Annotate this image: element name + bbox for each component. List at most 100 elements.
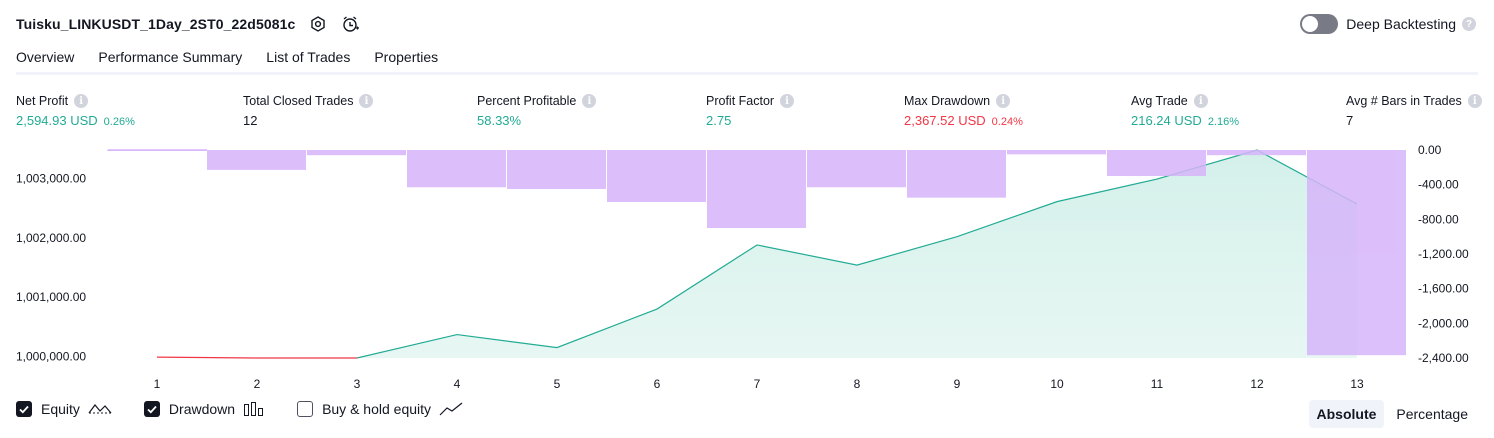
- strategy-header: Tuisku_LINKUSDT_1Day_2ST0_22d5081c: [16, 10, 360, 38]
- deep-backtesting-toggle[interactable]: [1300, 14, 1339, 34]
- equity-line-negative: [156, 356, 357, 359]
- drawdown-bar: [1107, 150, 1206, 176]
- metric-percent-profitable: Percent Profitable i 58.33%: [477, 94, 597, 128]
- metric-max-drawdown: Max Drawdown i 2,367.52 USD 0.24%: [904, 94, 1023, 128]
- drawdown-bar: [707, 150, 806, 228]
- metric-label: Max Drawdown: [904, 94, 991, 108]
- left-axis-tick-label: 1,001,000.00: [16, 290, 86, 304]
- equity-checkbox[interactable]: [16, 401, 32, 417]
- info-icon[interactable]: i: [1193, 94, 1208, 108]
- metric-profit-factor: Profit Factor i 2.75: [706, 94, 795, 128]
- value-mode-switch: Absolute Percentage: [1305, 400, 1477, 428]
- x-axis-tick-label: 2: [254, 377, 261, 391]
- legend-label: Equity: [41, 401, 80, 417]
- x-axis-tick-label: 7: [754, 377, 761, 391]
- right-axis-tick-label: -1,600.00: [1418, 282, 1469, 296]
- metric-total-closed-trades: Total Closed Trades i 12: [243, 94, 374, 128]
- drawdown-bar: [607, 150, 706, 202]
- tabs-divider: [16, 72, 1478, 75]
- left-axis-tick-label: 1,002,000.00: [16, 231, 86, 245]
- equity-drawdown-chart[interactable]: 1,000,000.00 1,001,000.00 1,002,000.00 1,00…: [0, 138, 1494, 396]
- drawdown-bar: [1007, 150, 1106, 155]
- legend-label: Drawdown: [168, 401, 236, 417]
- left-axis-tick-label: 1,003,000.00: [16, 171, 86, 185]
- strategy-title: Tuisku_LINKUSDT_1Day_2ST0_22d5081c: [16, 16, 296, 32]
- metric-percent: 2.16%: [1207, 116, 1240, 128]
- x-axis-tick-label: 1: [154, 377, 161, 391]
- metric-value: 216.24 USD: [1131, 113, 1202, 128]
- metric-value: 2,594.93 USD: [16, 113, 98, 128]
- x-axis-tick-label: 9: [954, 377, 961, 391]
- legend-buy-hold-equity[interactable]: Buy & hold equity: [297, 401, 463, 417]
- drawdown-bar: [507, 150, 606, 189]
- right-axis-tick-label: -800.00: [1418, 212, 1459, 226]
- deep-backtesting-control: Deep Backtesting ?: [1300, 14, 1476, 34]
- x-axis-tick-label: 5: [554, 377, 561, 391]
- x-axis-tick-label: 8: [854, 377, 861, 391]
- metric-value: 2.75: [706, 113, 732, 128]
- x-axis-tick-label: 12: [1250, 377, 1264, 391]
- drawdown-bar: [907, 150, 1006, 198]
- equity-line-icon: [88, 401, 112, 417]
- metric-net-profit: Net Profit i 2,594.93 USD 0.26%: [16, 94, 135, 128]
- metric-value: 7: [1346, 113, 1354, 128]
- drawdown-checkbox[interactable]: [143, 401, 160, 417]
- metric-value: 58.33%: [477, 113, 522, 128]
- alert-clock-icon[interactable]: [341, 15, 360, 33]
- chart-legend: Equity Drawdown Buy & hold equity: [16, 401, 495, 417]
- metric-label: Total Closed Trades: [243, 94, 354, 108]
- buy-hold-checkbox[interactable]: [297, 401, 314, 417]
- drawdown-bar: [207, 150, 306, 170]
- metric-avg-bars-in-trades: Avg # Bars in Trades i 7: [1346, 94, 1482, 128]
- metric-percent: 0.24%: [991, 116, 1023, 128]
- right-axis-tick-label: -400.00: [1418, 178, 1459, 192]
- metric-percent: 0.26%: [103, 116, 135, 128]
- drawdown-bar: [407, 150, 506, 188]
- right-axis-tick-label: -1,200.00: [1418, 247, 1469, 261]
- info-icon[interactable]: i: [996, 94, 1011, 108]
- report-tabs: Overview Performance Summary List of Tra…: [16, 44, 462, 75]
- info-icon[interactable]: i: [780, 94, 795, 108]
- tab-overview[interactable]: Overview: [16, 44, 75, 75]
- percentage-button[interactable]: Percentage: [1388, 400, 1476, 428]
- info-icon[interactable]: i: [74, 94, 89, 108]
- drawdown-bar: [807, 150, 906, 188]
- tab-properties[interactable]: Properties: [374, 44, 438, 75]
- drawdown-bar: [1207, 150, 1306, 156]
- metric-label: Net Profit: [16, 94, 69, 108]
- metric-avg-trade: Avg Trade i 216.24 USD 2.16%: [1131, 94, 1239, 128]
- metric-label: Percent Profitable: [477, 94, 577, 108]
- metric-value: 2,367.52 USD: [904, 113, 986, 128]
- x-axis-tick-label: 4: [454, 377, 461, 391]
- info-icon[interactable]: i: [582, 94, 597, 108]
- legend-equity[interactable]: Equity: [16, 401, 112, 417]
- toggle-knob: [1302, 16, 1319, 32]
- help-icon[interactable]: ?: [1462, 17, 1476, 31]
- info-icon[interactable]: i: [359, 94, 374, 108]
- settings-icon[interactable]: [309, 15, 327, 33]
- left-axis-tick-label: 1,000,000.00: [16, 350, 86, 364]
- metric-label: Avg # Bars in Trades: [1346, 94, 1462, 108]
- buy-hold-line-icon: [439, 401, 463, 417]
- drawdown-bar: [1307, 150, 1406, 356]
- legend-drawdown[interactable]: Drawdown: [143, 401, 265, 417]
- x-axis-tick-label: 13: [1350, 377, 1364, 391]
- metric-label: Profit Factor: [706, 94, 775, 108]
- x-axis-tick-label: 11: [1151, 377, 1164, 391]
- deep-backtesting-label: Deep Backtesting: [1346, 16, 1456, 32]
- x-axis-tick-label: 10: [1050, 377, 1064, 391]
- drawdown-bars-icon: [243, 401, 265, 417]
- info-icon[interactable]: i: [1467, 94, 1482, 108]
- x-axis-tick-label: 6: [654, 377, 661, 391]
- tab-performance-summary[interactable]: Performance Summary: [98, 44, 242, 75]
- metric-label: Avg Trade: [1131, 94, 1188, 108]
- right-axis-tick-label: -2,400.00: [1418, 351, 1469, 365]
- absolute-button[interactable]: Absolute: [1308, 400, 1385, 428]
- drawdown-bar: [307, 150, 406, 156]
- right-axis-tick-label: 0.00: [1418, 143, 1442, 157]
- legend-label: Buy & hold equity: [322, 401, 432, 417]
- x-axis-tick-label: 3: [354, 377, 361, 391]
- right-axis-tick-label: -2,000.00: [1418, 316, 1469, 330]
- metric-value: 12: [243, 113, 258, 128]
- tab-list-of-trades[interactable]: List of Trades: [266, 44, 350, 75]
